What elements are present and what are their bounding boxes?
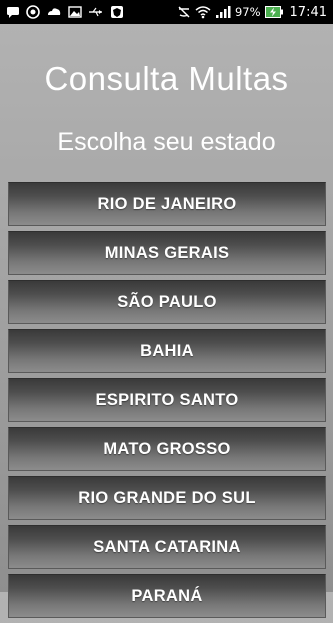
state-button-rio-grande-do-sul[interactable]: RIO GRANDE DO SUL <box>8 476 326 520</box>
state-button-mato-grosso[interactable]: MATO GROSSO <box>8 427 326 471</box>
cloud-icon <box>48 8 61 15</box>
clock: 17:41 <box>289 4 327 20</box>
state-button-santa-catarina[interactable]: SANTA CATARINA <box>8 525 326 569</box>
mute-icon <box>178 6 190 18</box>
state-button-espirito-santo[interactable]: ESPIRITO SANTO <box>8 378 326 422</box>
image-icon <box>68 6 82 18</box>
state-button-rio-de-janeiro[interactable]: RIO DE JANEIRO <box>8 182 326 226</box>
shield-icon <box>111 6 123 18</box>
state-button-minas-gerais[interactable]: MINAS GERAIS <box>8 231 326 275</box>
chat-icon <box>7 7 19 18</box>
state-button-sao-paulo[interactable]: SÃO PAULO <box>8 280 326 324</box>
app-title: Consulta Multas <box>44 60 289 97</box>
app-subtitle: Escolha seu estado <box>57 128 276 156</box>
state-button-bahia[interactable]: BAHIA <box>8 329 326 373</box>
notification-icons <box>6 5 124 19</box>
state-list: RIO DE JANEIRO MINAS GERAIS SÃO PAULO BA… <box>8 182 326 623</box>
system-icons: 97% 17:41 <box>177 5 327 20</box>
whatsapp-icon <box>26 5 40 19</box>
state-button-parana[interactable]: PARANÁ <box>8 574 326 618</box>
usb-icon <box>89 7 102 17</box>
status-bar: 97% 17:41 <box>0 0 333 24</box>
signal-icon <box>215 6 231 18</box>
wifi-icon <box>195 6 211 19</box>
battery-charging-icon <box>264 6 283 18</box>
battery-percent: 97% <box>234 5 261 19</box>
